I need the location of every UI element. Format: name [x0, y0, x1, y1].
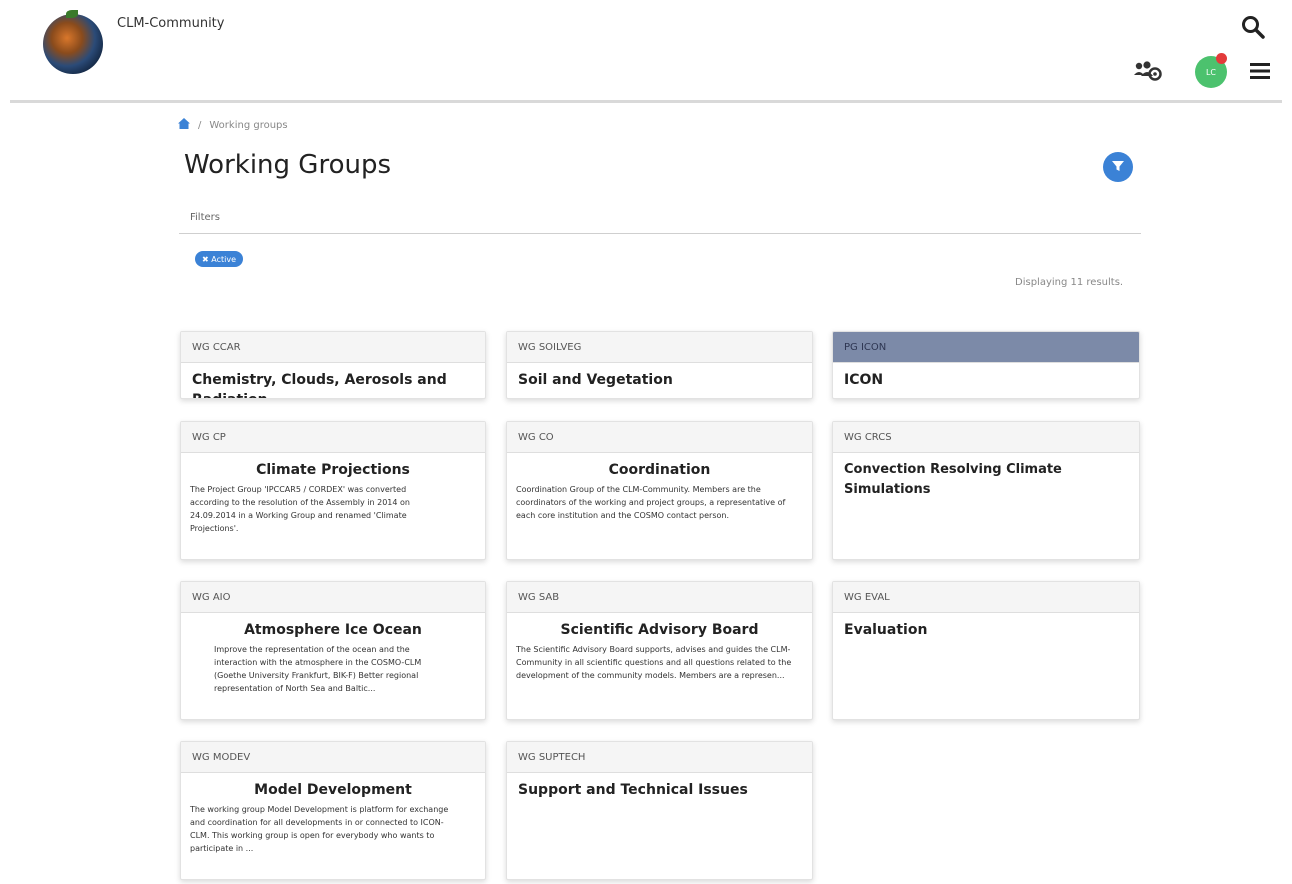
breadcrumb: / Working groups	[178, 118, 288, 132]
card-title[interactable]: Soil and Vegetation	[507, 370, 812, 390]
site-header: CLM-Community LC	[0, 0, 1292, 102]
search-icon[interactable]	[1240, 14, 1266, 40]
logo-leaf	[66, 10, 78, 18]
card-code: WG SAB	[507, 582, 812, 613]
filters-label: Filters	[190, 212, 220, 223]
card-code: WG CRCS	[833, 422, 1139, 453]
card-title[interactable]: Convection Resolving Climate Simulations	[833, 460, 1139, 500]
header-divider	[10, 100, 1282, 103]
group-card[interactable]: WG SOILVEG Soil and Vegetation	[506, 331, 813, 399]
breadcrumb-current: Working groups	[209, 119, 288, 131]
group-card[interactable]: WG EVAL Evaluation	[832, 581, 1140, 720]
page-title: Working Groups	[184, 150, 392, 180]
group-card[interactable]: WG MODEV Model Development The working g…	[180, 741, 486, 880]
card-description: Coordination Group of the CLM-Community.…	[516, 485, 786, 520]
group-card[interactable]: WG CO Coordination Coordination Group of…	[506, 421, 813, 560]
filter-button[interactable]	[1103, 152, 1133, 182]
card-title[interactable]: Coordination	[507, 460, 812, 480]
card-title[interactable]: Model Development	[181, 780, 485, 800]
results-count: Displaying 11 results.	[1015, 277, 1124, 288]
active-filter-chip[interactable]: ✖ Active	[195, 251, 243, 267]
card-title[interactable]: Scientific Advisory Board	[507, 620, 812, 640]
group-card[interactable]: WG SUPTECH Support and Technical Issues	[506, 741, 813, 880]
notification-dot	[1216, 53, 1227, 64]
card-description: Improve the representation of the ocean …	[214, 645, 422, 693]
card-code: WG MODEV	[181, 742, 485, 773]
breadcrumb-separator: /	[198, 119, 202, 131]
group-card[interactable]: WG CCAR Chemistry, Clouds, Aerosols and …	[180, 331, 486, 399]
site-logo[interactable]	[43, 14, 103, 74]
card-code: WG CP	[181, 422, 485, 453]
card-code: WG AIO	[181, 582, 485, 613]
card-title[interactable]: ICON	[833, 370, 1139, 390]
card-title[interactable]: Atmosphere Ice Ocean	[181, 620, 485, 640]
hamburger-menu-icon[interactable]	[1249, 60, 1271, 82]
filters-divider	[179, 233, 1141, 234]
site-name[interactable]: CLM-Community	[117, 16, 224, 31]
group-card[interactable]: WG AIO Atmosphere Ice Ocean Improve the …	[180, 581, 486, 720]
card-title[interactable]: Chemistry, Clouds, Aerosols and Radiatio…	[181, 370, 485, 398]
filter-icon	[1111, 158, 1125, 177]
group-card[interactable]: WG SAB Scientific Advisory Board The Sci…	[506, 581, 813, 720]
card-code: WG SOILVEG	[507, 332, 812, 363]
card-title[interactable]: Climate Projections	[181, 460, 485, 480]
card-title[interactable]: Evaluation	[833, 620, 1139, 640]
card-description: The working group Model Development is p…	[190, 805, 449, 853]
card-code: WG EVAL	[833, 582, 1139, 613]
group-card[interactable]: WG CRCS Convection Resolving Climate Sim…	[832, 421, 1140, 560]
card-code: PG ICON	[833, 332, 1139, 363]
card-code: WG CCAR	[181, 332, 485, 363]
card-code: WG SUPTECH	[507, 742, 812, 773]
card-code: WG CO	[507, 422, 812, 453]
home-icon[interactable]	[178, 118, 190, 132]
card-title[interactable]: Support and Technical Issues	[507, 780, 812, 800]
groups-icon[interactable]	[1133, 60, 1163, 82]
group-card[interactable]: PG ICON ICON	[832, 331, 1140, 399]
card-description: The Scientific Advisory Board supports, …	[516, 645, 792, 680]
group-card[interactable]: WG CP Climate Projections The Project Gr…	[180, 421, 486, 560]
card-description: The Project Group 'IPCCAR5 / CORDEX' was…	[190, 485, 410, 533]
